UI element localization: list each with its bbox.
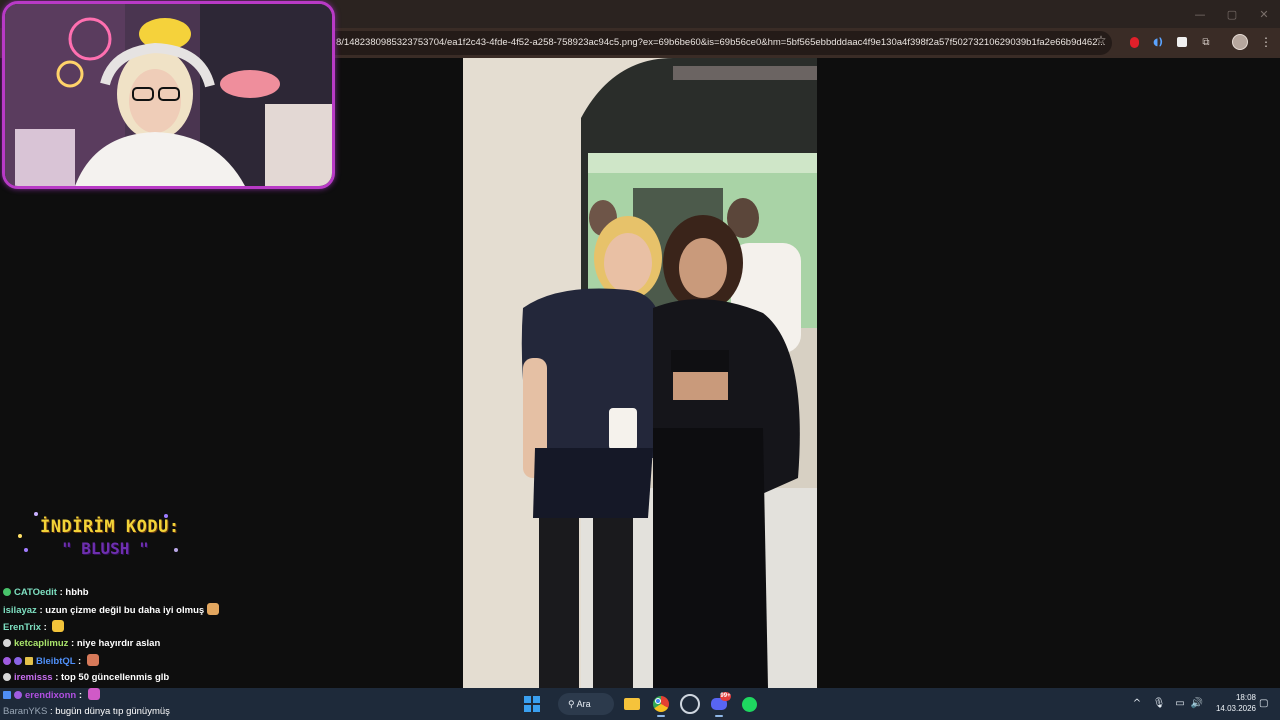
chrome-active-indicator <box>657 715 665 717</box>
sound-extension-icon[interactable]: ◖) <box>1150 34 1166 50</box>
chat-emote-icon <box>207 603 220 615</box>
sparkle-icon <box>24 548 28 552</box>
chat-overflow: erendixonn : BaranYKS : bugün dünya tıp … <box>0 688 330 720</box>
sparkle-icon <box>34 512 38 516</box>
sparkle-icon <box>174 548 178 552</box>
address-bar[interactable]: 8/1482380985323753704/ea1f2c43-4fde-4f52… <box>320 31 1112 55</box>
chat-username: BaranYKS <box>3 706 48 717</box>
window-controls: — ▢ ✕ <box>1184 0 1280 28</box>
chat-username: isilayaz <box>3 605 37 616</box>
chat-emote-icon <box>86 654 99 666</box>
displayed-photo <box>463 58 817 688</box>
chat-text: top 50 güncellenmis glb <box>61 672 170 683</box>
chat-badge-icon <box>3 673 11 681</box>
chat-username: erendixonn <box>25 690 77 701</box>
chat-badge-icon <box>3 588 11 596</box>
discord-active-indicator <box>715 715 723 717</box>
minimize-button[interactable]: — <box>1184 0 1216 28</box>
chat-badge-icon <box>14 657 22 665</box>
taskbar-search[interactable]: ⚲ Ara <box>558 693 614 715</box>
chat-message: ketcaplimuz : niye hayırdır aslan <box>3 637 160 651</box>
file-explorer-icon[interactable] <box>620 692 644 716</box>
start-button[interactable] <box>520 692 544 716</box>
chat-badge-icon <box>3 691 11 699</box>
sparkle-icon <box>18 534 22 538</box>
taskbar-clock[interactable]: 18:08 14.03.2026 <box>1206 692 1256 714</box>
maximize-button[interactable]: ▢ <box>1216 0 1248 28</box>
spotify-icon[interactable] <box>737 692 761 716</box>
tray-chevron-icon[interactable]: ^ <box>1131 697 1143 711</box>
webcam-overlay <box>2 1 335 189</box>
profile-avatar[interactable] <box>1232 34 1248 50</box>
chat-badge-icon <box>3 657 11 665</box>
chat-emote-icon <box>52 620 65 632</box>
chat-username: BleibtQL <box>36 656 76 667</box>
chat-text: hbhb <box>65 587 89 598</box>
chat-message: CATOedit : hbhb <box>3 586 89 600</box>
notification-icon[interactable]: ▢ <box>1259 697 1271 710</box>
extensions-puzzle-icon[interactable]: ⧉ <box>1198 34 1214 50</box>
promo-code: " BLUSH " <box>62 539 149 558</box>
desktop-screen: — ▢ ✕ 8/1482380985323753704/ea1f2c43-4fd… <box>0 0 1280 720</box>
browser-menu-icon[interactable]: ⋮ <box>1258 34 1274 50</box>
chat-text: bugün dünya tıp günüymüş <box>55 706 170 717</box>
promo-title: İNDİRİM KODU: <box>40 517 180 537</box>
network-icon[interactable]: ▭ <box>1173 697 1187 711</box>
close-button[interactable]: ✕ <box>1248 0 1280 28</box>
record-extension-icon[interactable] <box>1126 34 1142 50</box>
chrome-center-dot <box>655 698 661 704</box>
chat-message: BleibtQL : <box>3 654 99 668</box>
photo-illustration <box>463 58 817 688</box>
chat-message: BaranYKS : bugün dünya tıp günüymüş <box>3 706 170 717</box>
chat-badge-icon <box>14 691 22 699</box>
bookmark-star-icon[interactable]: ☆ <box>1093 28 1109 52</box>
chat-message: erendixonn : <box>3 688 100 702</box>
clock-date: 14.03.2026 <box>1215 704 1256 713</box>
chat-username: iremisss <box>14 672 53 683</box>
chrome-icon[interactable] <box>649 692 673 716</box>
microphone-icon[interactable]: 🎙 <box>1152 697 1166 711</box>
chat-message: isilayaz : uzun çizme değil bu daha iyi … <box>3 603 220 617</box>
windows-logo-icon <box>524 696 540 712</box>
volume-icon[interactable]: 🔊 <box>1190 697 1204 711</box>
chat-username: ErenTrix <box>3 622 42 633</box>
twitch-extension-icon[interactable] <box>1174 34 1190 50</box>
chat-badge-icon <box>3 639 11 647</box>
chat-username: ketcaplimuz <box>14 638 69 649</box>
chat-badge-icon <box>25 657 33 665</box>
clock-time: 18:08 <box>1235 693 1256 702</box>
chat-message: iremisss : top 50 güncellenmis glb <box>3 671 169 685</box>
chat-text: niye hayırdır aslan <box>76 638 161 649</box>
discord-notification-badge: 99+ <box>720 692 731 701</box>
obs-icon[interactable] <box>678 692 702 716</box>
discount-code-banner: İNDİRİM KODU: " BLUSH " <box>14 508 194 568</box>
search-label: Ara <box>576 699 591 709</box>
chat-text: uzun çizme değil bu daha iyi olmuş <box>45 605 205 616</box>
chat-message: ErenTrix : <box>3 620 65 634</box>
chat-username: CATOedit <box>14 587 57 598</box>
webcam-feed <box>5 4 332 186</box>
chat-emote-icon <box>87 688 100 700</box>
